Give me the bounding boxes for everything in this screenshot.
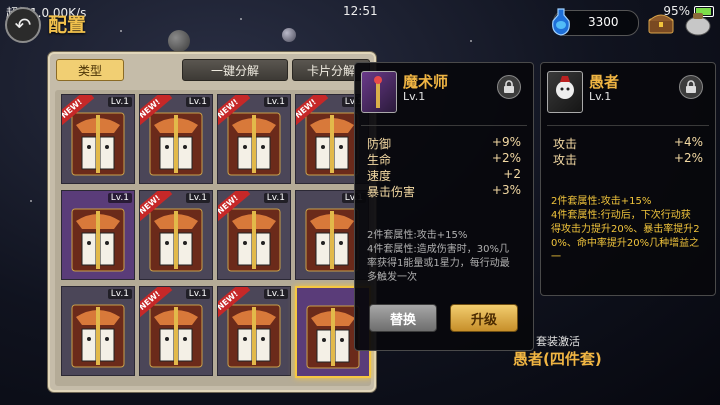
type-filter-tab[interactable]: 类型 (56, 59, 124, 81)
card-art (149, 208, 203, 272)
card-inventory-panel: 类型 一键分解 卡片分解 Lv.1NEW!Lv.1NEW!Lv.1NEW!Lv.… (48, 52, 376, 392)
card-level-badge: Lv.1 (185, 289, 210, 299)
currency-value: 3300 (588, 15, 619, 29)
card-art (149, 304, 203, 368)
stat-row: 生命 +2% (367, 151, 521, 167)
card-level: Lv.1 (589, 90, 612, 103)
set-activation-label: 套装激活 (536, 335, 580, 348)
stat-row: 攻击 +2% (553, 151, 703, 167)
card-detail-magician: 魔术师 Lv.1 防御 +9% 生命 +2% 速度 +2 暴击伤害 +3% 2件套属性:… (354, 62, 534, 351)
card-level-badge: Lv.1 (107, 289, 132, 299)
stat-row: 暴击伤害 +3% (367, 183, 521, 199)
card-level-badge: Lv.1 (185, 97, 210, 107)
card-art (305, 208, 359, 272)
card-name: 愚者 (589, 73, 620, 91)
card-detail-fool: 愚者 Lv.1 攻击 +4% 攻击 +2% 2件套属性:攻击+15% 4件套属性:行… (540, 62, 716, 296)
fool-portrait (547, 71, 583, 113)
replace-button[interactable]: 替换 (369, 304, 437, 332)
card-art (227, 208, 281, 272)
planet-decoration (168, 30, 190, 52)
card-slot[interactable]: Lv.1NEW! (139, 190, 213, 280)
divider (361, 125, 527, 126)
chest-icon[interactable] (648, 12, 674, 34)
stat-row: 速度 +2 (367, 167, 521, 183)
card-slot[interactable]: Lv.1 (61, 286, 135, 376)
card-slot[interactable]: Lv.1NEW! (139, 286, 213, 376)
card-name: 魔术师 (403, 73, 449, 91)
card-grid: Lv.1NEW!Lv.1NEW!Lv.1NEW!Lv.1NEW!Lv.1Lv.1… (55, 90, 371, 386)
card-art (71, 208, 125, 272)
set-activation-name: 愚者(四件套) (513, 350, 602, 368)
lock-icon[interactable] (679, 75, 703, 99)
card-level-badge: Lv.1 (107, 193, 132, 203)
card-level-badge: Lv.1 (263, 289, 288, 299)
card-art (71, 112, 125, 176)
card-level: Lv.1 (403, 90, 426, 103)
card-slot[interactable]: Lv.1NEW! (217, 286, 291, 376)
card-art (306, 305, 360, 369)
magician-portrait (361, 71, 397, 113)
card-slot[interactable]: Lv.1NEW! (61, 94, 135, 184)
card-slot[interactable]: Lv.1NEW! (217, 190, 291, 280)
card-slot[interactable]: Lv.1 (61, 190, 135, 280)
currency-display: 3300 (552, 8, 639, 36)
upgrade-button[interactable]: 升级 (450, 304, 518, 332)
card-slot[interactable]: Lv.1NEW! (139, 94, 213, 184)
card-art (227, 112, 281, 176)
divider (547, 125, 709, 126)
card-level-badge: Lv.1 (263, 193, 288, 203)
set-effect-description: 2件套属性:攻击+15% 4件套属性:造成伤害时，30%几 率获得1能量或1星力… (367, 230, 510, 283)
one-click-decompose-button[interactable]: 一键分解 (182, 59, 288, 81)
card-level-badge: Lv.1 (107, 97, 132, 107)
lock-icon[interactable] (497, 75, 521, 99)
potion-gem-icon (552, 8, 570, 36)
back-button[interactable]: ↶ (5, 7, 41, 43)
stat-row: 防御 +9% (367, 135, 521, 151)
card-art (71, 304, 125, 368)
clock: 12:51 (343, 4, 378, 18)
stat-row: 攻击 +4% (553, 135, 703, 151)
page-title: 配置 (48, 14, 87, 36)
bag-icon[interactable] (684, 10, 712, 36)
card-level-badge: Lv.1 (185, 193, 210, 203)
card-art (149, 112, 203, 176)
card-slot[interactable]: Lv.1NEW! (217, 94, 291, 184)
card-art (305, 112, 359, 176)
set-effect-description: 2件套属性:攻击+15% 4件套属性:行动后，下次行动获 得攻击力提升20%、暴… (551, 196, 700, 263)
card-art (227, 304, 281, 368)
planet-decoration (282, 28, 296, 42)
card-level-badge: Lv.1 (263, 97, 288, 107)
back-arrow-icon: ↶ (14, 13, 32, 37)
